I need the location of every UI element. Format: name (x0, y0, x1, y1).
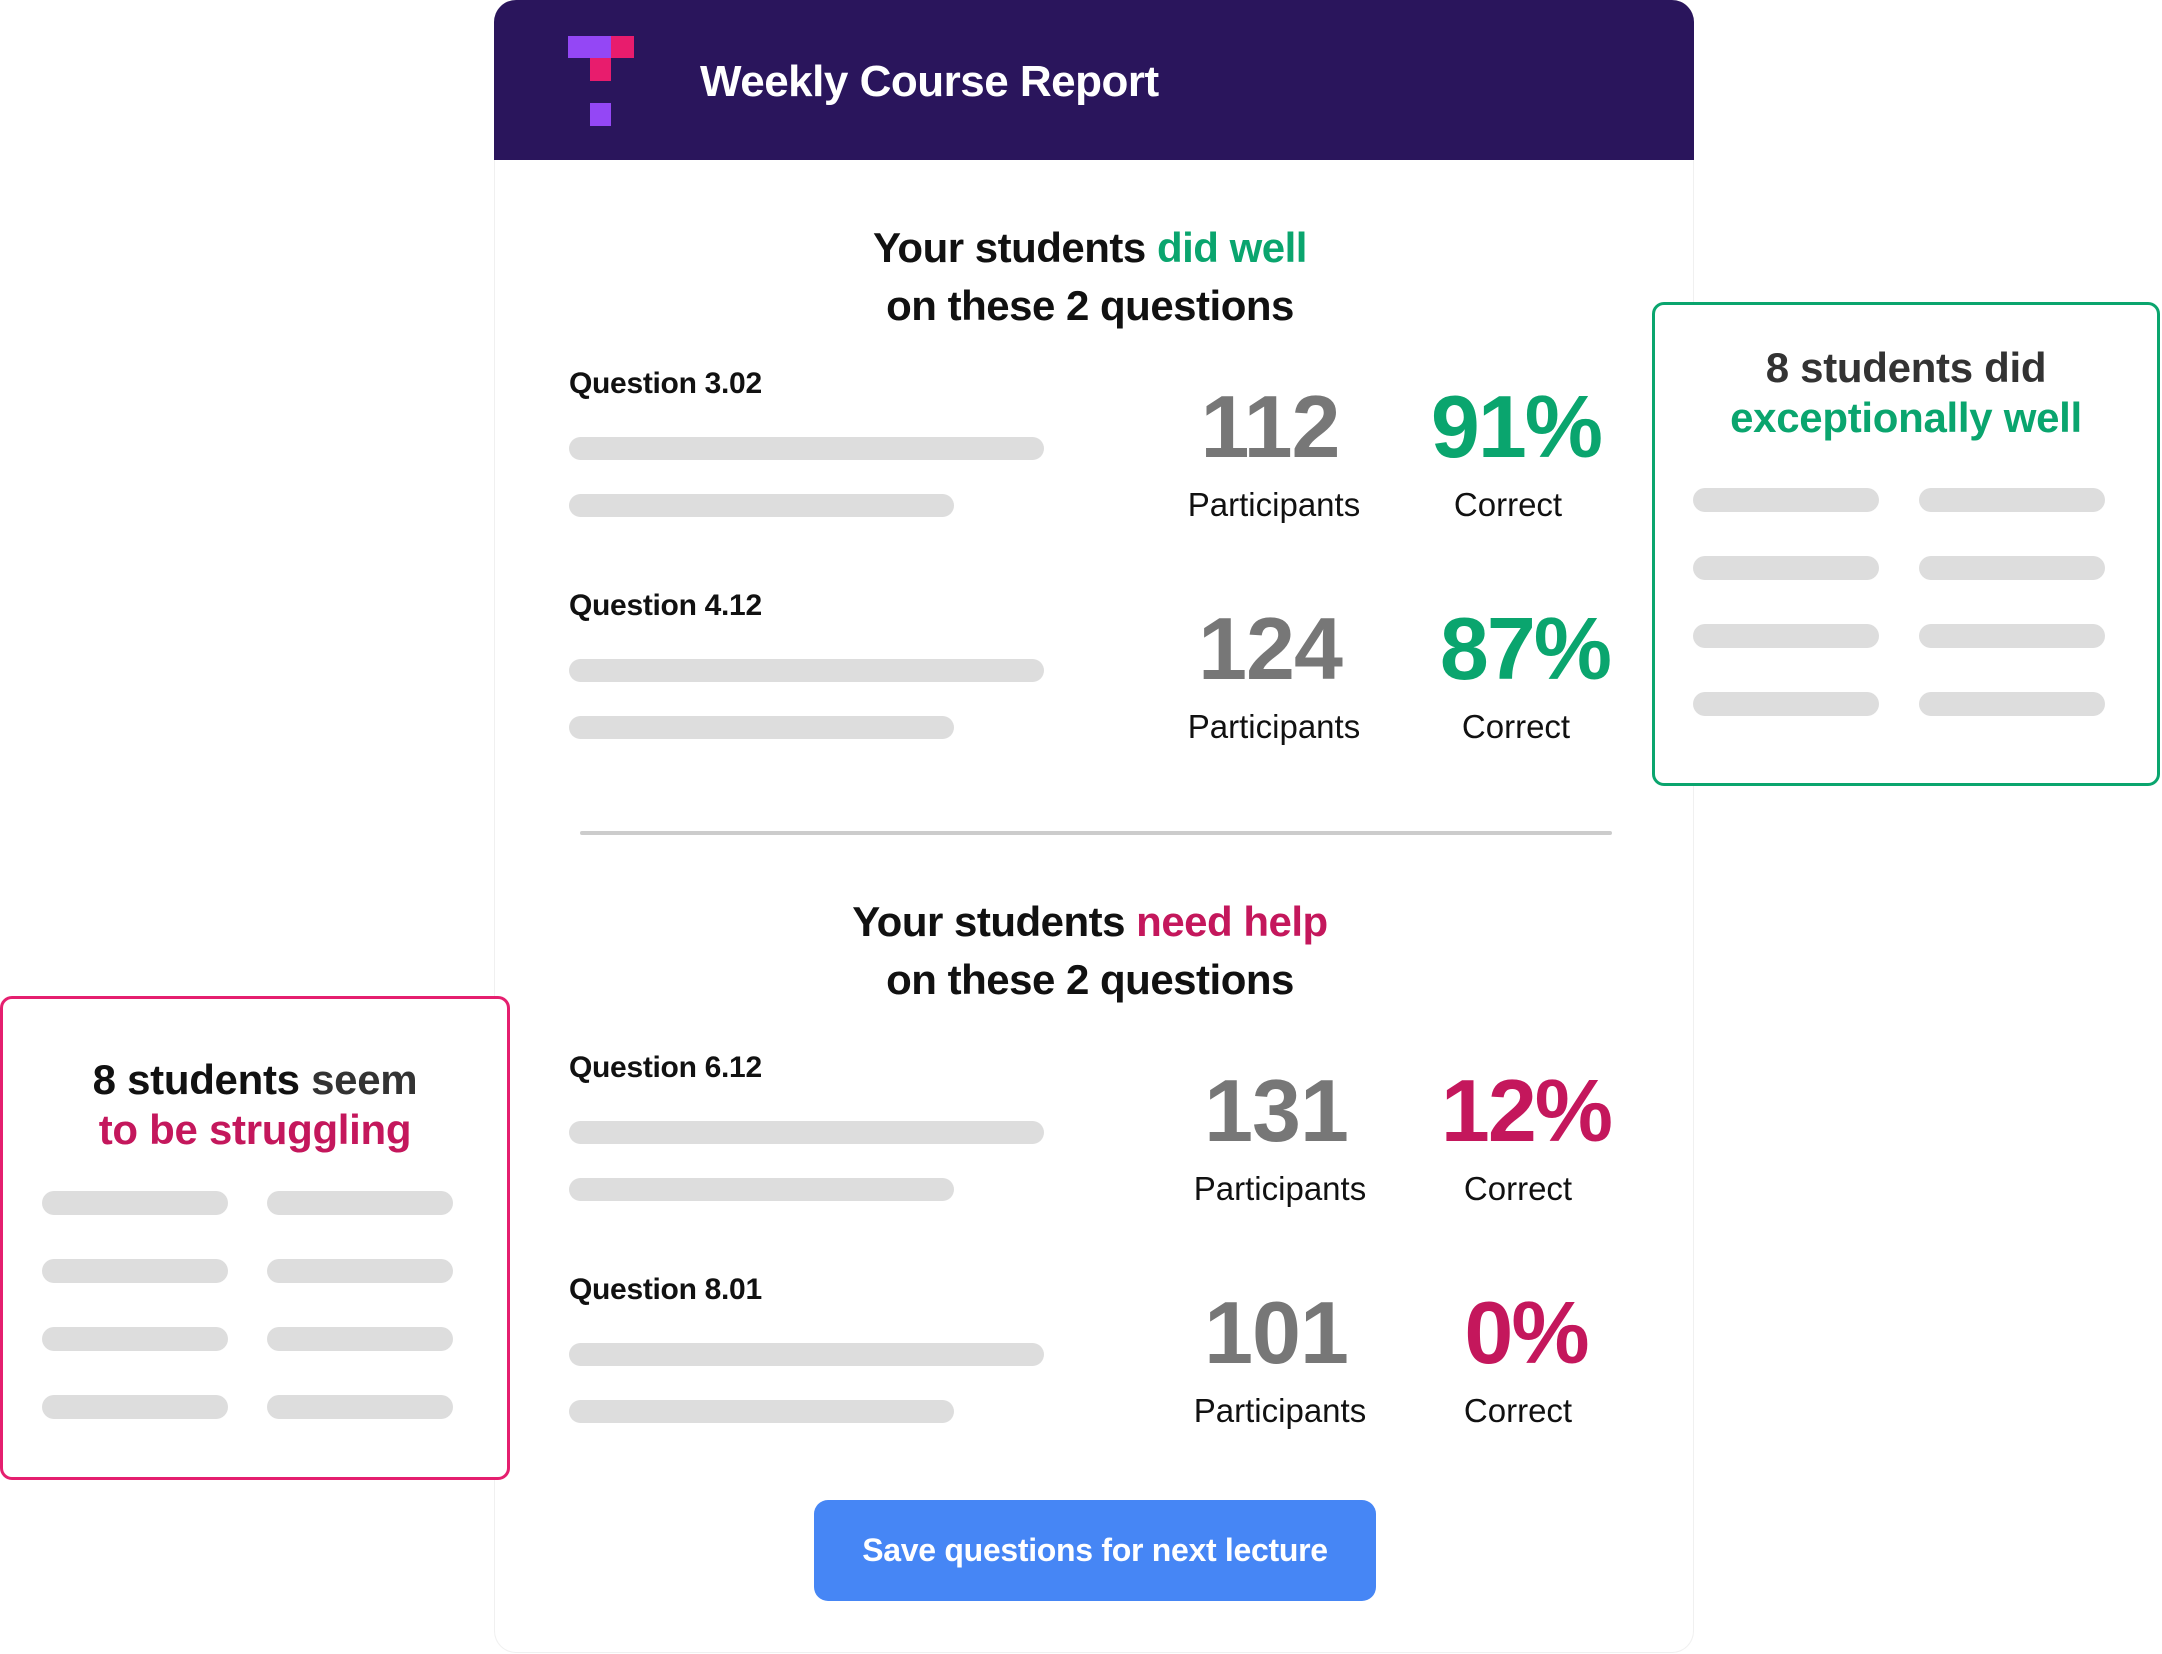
question-label: Question 6.12 (569, 1051, 762, 1084)
card-title-line2: exceptionally well (1730, 394, 2082, 441)
text-placeholder-bar (569, 1178, 954, 1201)
participants-label: Participants (1187, 708, 1361, 745)
save-questions-button[interactable]: Save questions for next lecture (814, 1500, 1376, 1601)
correct-percent: 12% (1440, 1061, 1613, 1160)
heading-prefix: Your students (873, 224, 1157, 271)
participants-label: Participants (1193, 1170, 1367, 1207)
student-placeholder (1919, 556, 2105, 580)
text-placeholder-bar (569, 494, 954, 517)
text-placeholder-bar (569, 1121, 1044, 1144)
participants-label: Participants (1193, 1392, 1367, 1429)
participants-count: 101 (1204, 1283, 1349, 1382)
participants-label: Participants (1187, 486, 1361, 523)
participants-count: 131 (1204, 1061, 1349, 1160)
did-well-heading: Your students did well on these 2 questi… (700, 219, 1480, 335)
student-placeholder (1693, 692, 1879, 716)
card-title-line1: 8 students did (1765, 344, 2047, 391)
text-placeholder-bar (569, 1343, 1044, 1366)
student-placeholder (267, 1395, 453, 1419)
student-placeholder (1919, 624, 2105, 648)
correct-percent: 0% (1464, 1283, 1589, 1382)
heading-highlight: need help (1136, 898, 1328, 945)
heading-highlight: did well (1156, 224, 1308, 271)
correct-label: Correct (1463, 1170, 1573, 1207)
question-label: Question 3.02 (569, 367, 762, 400)
card-title: 8 students did exceptionally well (1655, 343, 2157, 443)
heading-line2: on these 2 questions (886, 282, 1294, 329)
correct-percent: 91% (1430, 377, 1603, 476)
text-placeholder-bar (569, 716, 954, 739)
need-help-heading: Your students need help on these 2 quest… (700, 893, 1480, 1009)
correct-label: Correct (1461, 708, 1571, 745)
correct-percent: 87% (1439, 599, 1612, 698)
student-placeholder (1693, 556, 1879, 580)
text-placeholder-bar (569, 1400, 954, 1423)
card-title-line1: 8 students seem (3, 1055, 507, 1105)
card-title-line2: to be struggling (98, 1106, 412, 1153)
struggling-students-card[interactable]: 8 students seem to be struggling (0, 996, 510, 1480)
student-placeholder (42, 1395, 228, 1419)
card-title: 8 students seem to be struggling (3, 1055, 507, 1155)
student-placeholder (267, 1327, 453, 1351)
correct-label: Correct (1453, 486, 1563, 523)
student-placeholder (1919, 692, 2105, 716)
text-placeholder-bar (569, 659, 1044, 682)
heading-prefix: Your students (852, 898, 1137, 945)
card-title-rest: seem (299, 1056, 418, 1103)
student-placeholder (42, 1191, 228, 1215)
student-placeholder (1693, 488, 1879, 512)
participants-count: 112 (1200, 377, 1341, 476)
page-title: Weekly Course Report (700, 57, 1159, 106)
student-placeholder (267, 1191, 453, 1215)
student-placeholder (1919, 488, 2105, 512)
text-placeholder-bar (569, 437, 1044, 460)
correct-label: Correct (1463, 1392, 1573, 1429)
question-label: Question 4.12 (569, 589, 762, 622)
student-placeholder (1693, 624, 1879, 648)
question-label: Question 8.01 (569, 1273, 762, 1306)
participants-count: 124 (1198, 599, 1343, 698)
exceptional-students-card[interactable]: 8 students did exceptionally well (1652, 302, 2160, 786)
section-divider (580, 831, 1612, 835)
student-placeholder (42, 1259, 228, 1283)
student-placeholder (42, 1327, 228, 1351)
card-title-strong: 8 students (92, 1056, 300, 1103)
student-placeholder (267, 1259, 453, 1283)
heading-line2: on these 2 questions (886, 956, 1294, 1003)
